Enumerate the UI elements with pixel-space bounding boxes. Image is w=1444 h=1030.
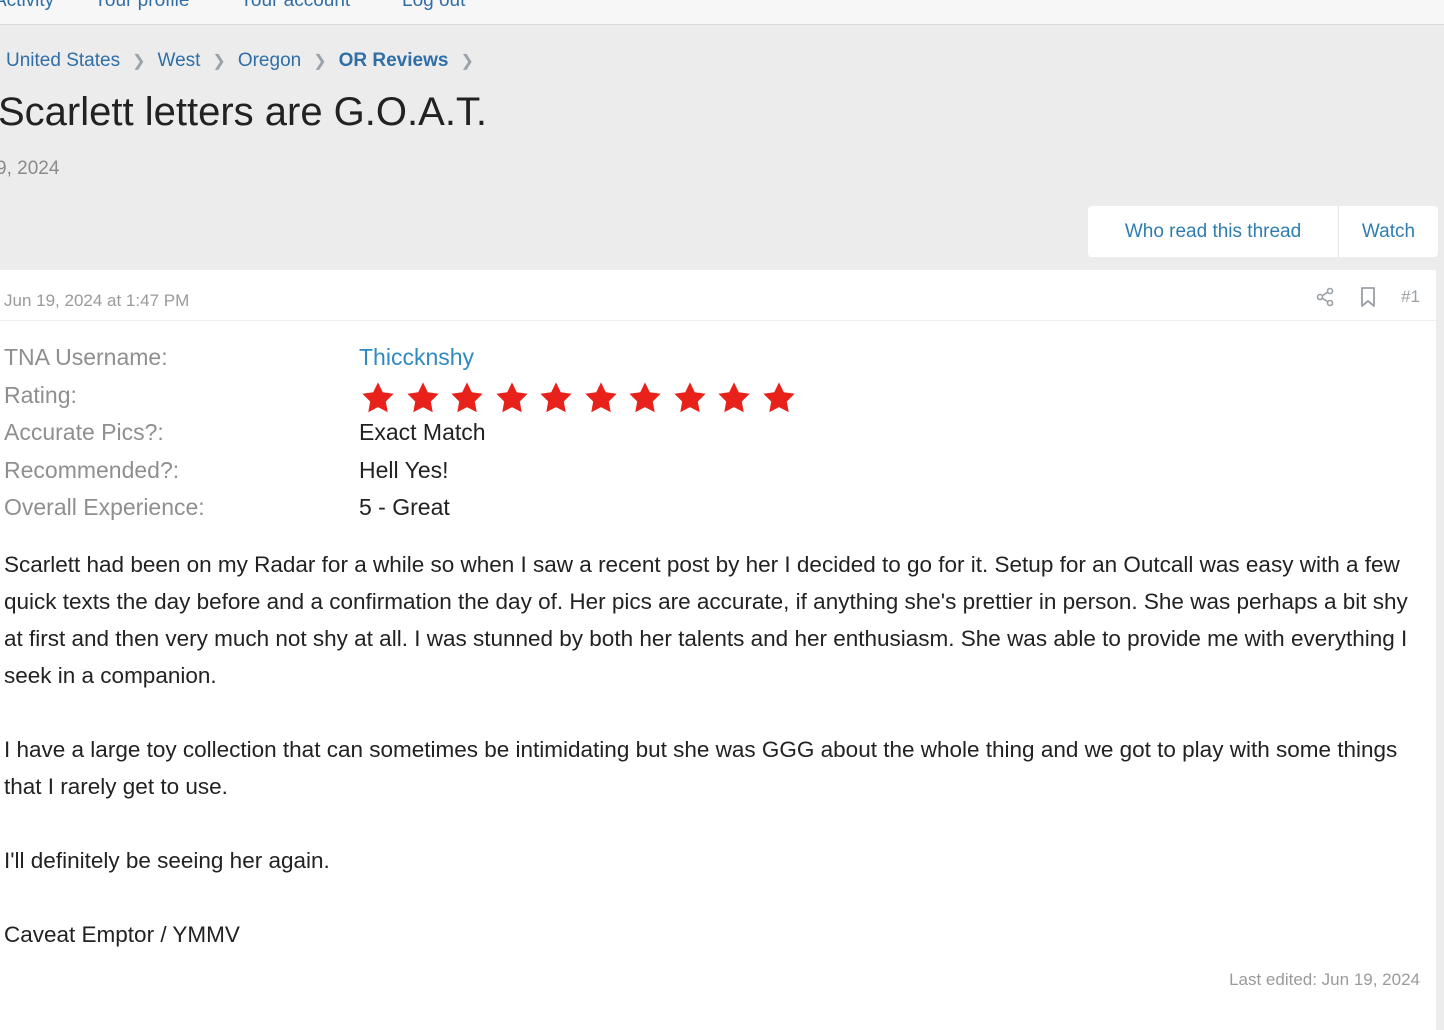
star-icon xyxy=(493,380,538,416)
rating-stars xyxy=(359,380,804,416)
page-title: Scarlett letters are G.O.A.T. xyxy=(0,90,488,134)
post-tools: #1 xyxy=(1291,286,1420,308)
breadcrumb: United States ❯ West ❯ Oregon ❯ OR Revie… xyxy=(6,48,486,74)
star-icon xyxy=(715,380,760,416)
chevron-right-icon: ❯ xyxy=(313,53,327,70)
nav-activity-link[interactable]: Activity xyxy=(0,0,54,12)
bookmark-icon[interactable] xyxy=(1359,286,1377,308)
star-icon xyxy=(359,380,404,416)
field-label: Rating: xyxy=(4,381,77,408)
nav-account-link[interactable]: Your account xyxy=(240,0,350,12)
chevron-right-icon: ❯ xyxy=(132,53,146,70)
field-value: 5 - Great xyxy=(359,494,450,520)
top-nav: Activity Your profile Your account Log o… xyxy=(0,0,1444,25)
post-body: Scarlett had been on my Radar for a whil… xyxy=(4,546,1424,990)
watch-button[interactable]: Watch xyxy=(1339,206,1438,257)
field-label: TNA Username: xyxy=(4,344,168,370)
star-icon xyxy=(448,380,493,416)
post-timestamp[interactable]: Jun 19, 2024 at 1:47 PM xyxy=(4,291,189,311)
nav-profile-link[interactable]: Your profile xyxy=(94,0,189,12)
who-read-button[interactable]: Who read this thread xyxy=(1088,206,1339,257)
field-overall-experience: Overall Experience: 5 - Great xyxy=(4,494,904,532)
star-icon xyxy=(582,380,627,416)
field-recommended: Recommended?: Hell Yes! xyxy=(4,457,904,495)
breadcrumb-united-states[interactable]: United States xyxy=(6,50,120,72)
field-label: Overall Experience: xyxy=(4,494,205,520)
post-paragraph: I'll definitely be seeing her again. xyxy=(4,848,330,873)
post-paragraph: I have a large toy collection that can s… xyxy=(4,737,1398,799)
post-number-link[interactable]: #1 xyxy=(1401,287,1420,307)
star-icon xyxy=(404,380,449,416)
post-paragraph: Caveat Emptor / YMMV xyxy=(4,922,240,947)
field-rating: Rating: xyxy=(4,382,904,420)
breadcrumb-west[interactable]: West xyxy=(157,50,200,72)
field-username: TNA Username: Thiccknshy xyxy=(4,344,904,382)
post-header: Jun 19, 2024 at 1:47 PM #1 xyxy=(0,270,1436,321)
post-paragraph: Scarlett had been on my Radar for a whil… xyxy=(4,552,1408,688)
field-label: Recommended?: xyxy=(4,456,180,483)
share-icon[interactable] xyxy=(1315,287,1335,307)
chevron-right-icon: ❯ xyxy=(460,53,474,70)
nav-logout-link[interactable]: Log out xyxy=(402,0,465,12)
chevron-right-icon: ❯ xyxy=(212,53,226,70)
breadcrumb-oregon[interactable]: Oregon xyxy=(238,50,301,72)
breadcrumb-or-reviews[interactable]: OR Reviews xyxy=(339,50,449,72)
thread-date: 9, 2024 xyxy=(0,158,60,179)
star-icon xyxy=(626,380,671,416)
star-icon xyxy=(760,380,805,416)
field-accurate-pics: Accurate Pics?: Exact Match xyxy=(4,419,904,457)
username-link[interactable]: Thiccknshy xyxy=(359,344,474,371)
star-icon xyxy=(671,380,716,416)
field-value: Hell Yes! xyxy=(359,456,449,483)
star-icon xyxy=(537,380,582,416)
thread-actions: Who read this thread Watch xyxy=(1088,206,1438,257)
field-label: Accurate Pics?: xyxy=(4,419,164,445)
field-value: Exact Match xyxy=(359,419,486,445)
last-edited: Last edited: Jun 19, 2024 xyxy=(1229,970,1420,989)
post: Jun 19, 2024 at 1:47 PM #1 TNA Username:… xyxy=(0,270,1436,1030)
review-fields: TNA Username: Thiccknshy Rating: Accurat… xyxy=(4,344,904,532)
